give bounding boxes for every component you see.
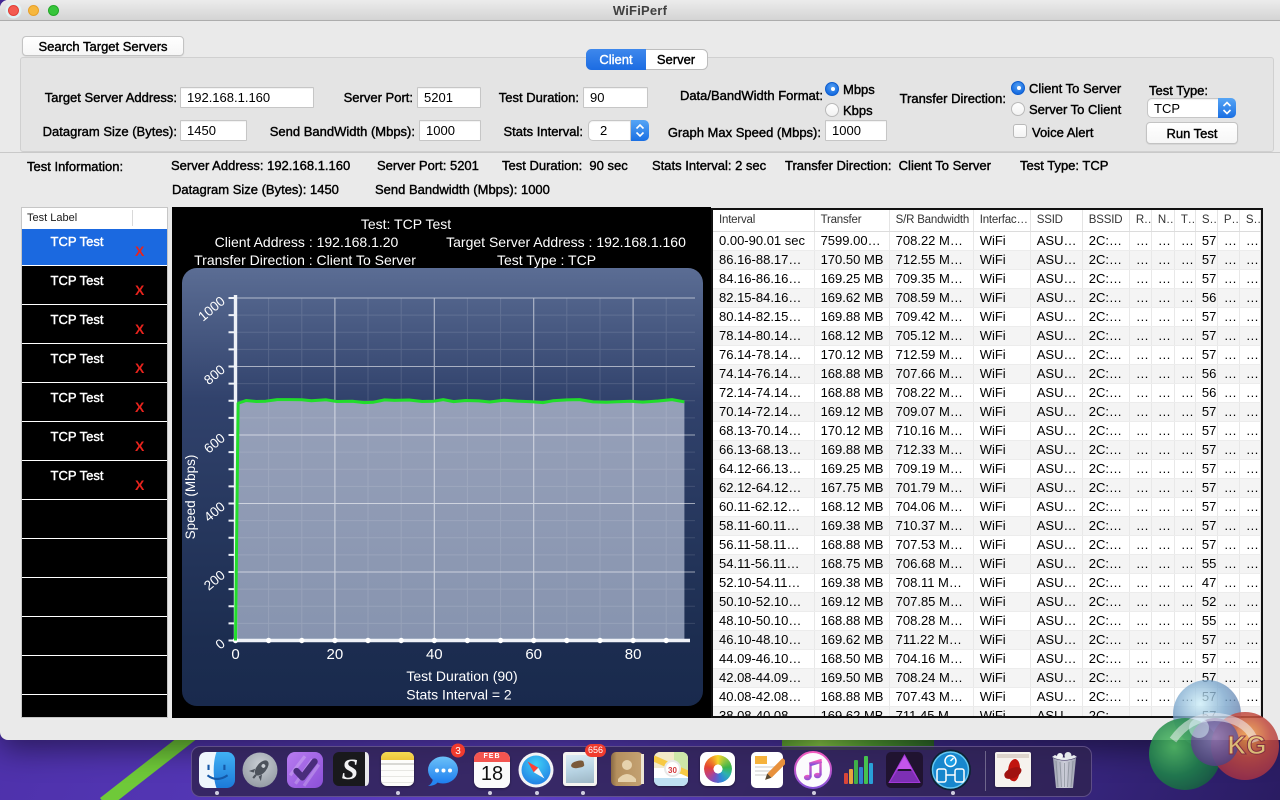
svg-text:Test Duration (90): Test Duration (90)	[406, 668, 517, 684]
svg-text:KG: KG	[1228, 730, 1267, 760]
svg-text:Test: TCP Test: Test: TCP Test	[361, 216, 451, 232]
svg-text:Stats Interval = 2: Stats Interval = 2	[406, 687, 512, 703]
svg-text:20: 20	[327, 646, 344, 663]
svg-text:0: 0	[231, 646, 239, 663]
svg-text:S: S	[342, 753, 359, 786]
svg-text:Test Type : TCP: Test Type : TCP	[497, 252, 596, 268]
svg-text:Client Address : 192.168.1.20: Client Address : 192.168.1.20	[215, 234, 399, 250]
svg-text:40: 40	[426, 646, 443, 663]
svg-text:3: 3	[455, 746, 461, 757]
svg-text:Speed (Mbps): Speed (Mbps)	[183, 455, 198, 540]
svg-text:80: 80	[625, 646, 642, 663]
svg-text:Target Server Address : 192.16: Target Server Address : 192.168.1.160	[446, 234, 686, 250]
svg-text:Transfer Direction : Client To: Transfer Direction : Client To Server	[194, 252, 416, 268]
svg-text:60: 60	[525, 646, 542, 663]
